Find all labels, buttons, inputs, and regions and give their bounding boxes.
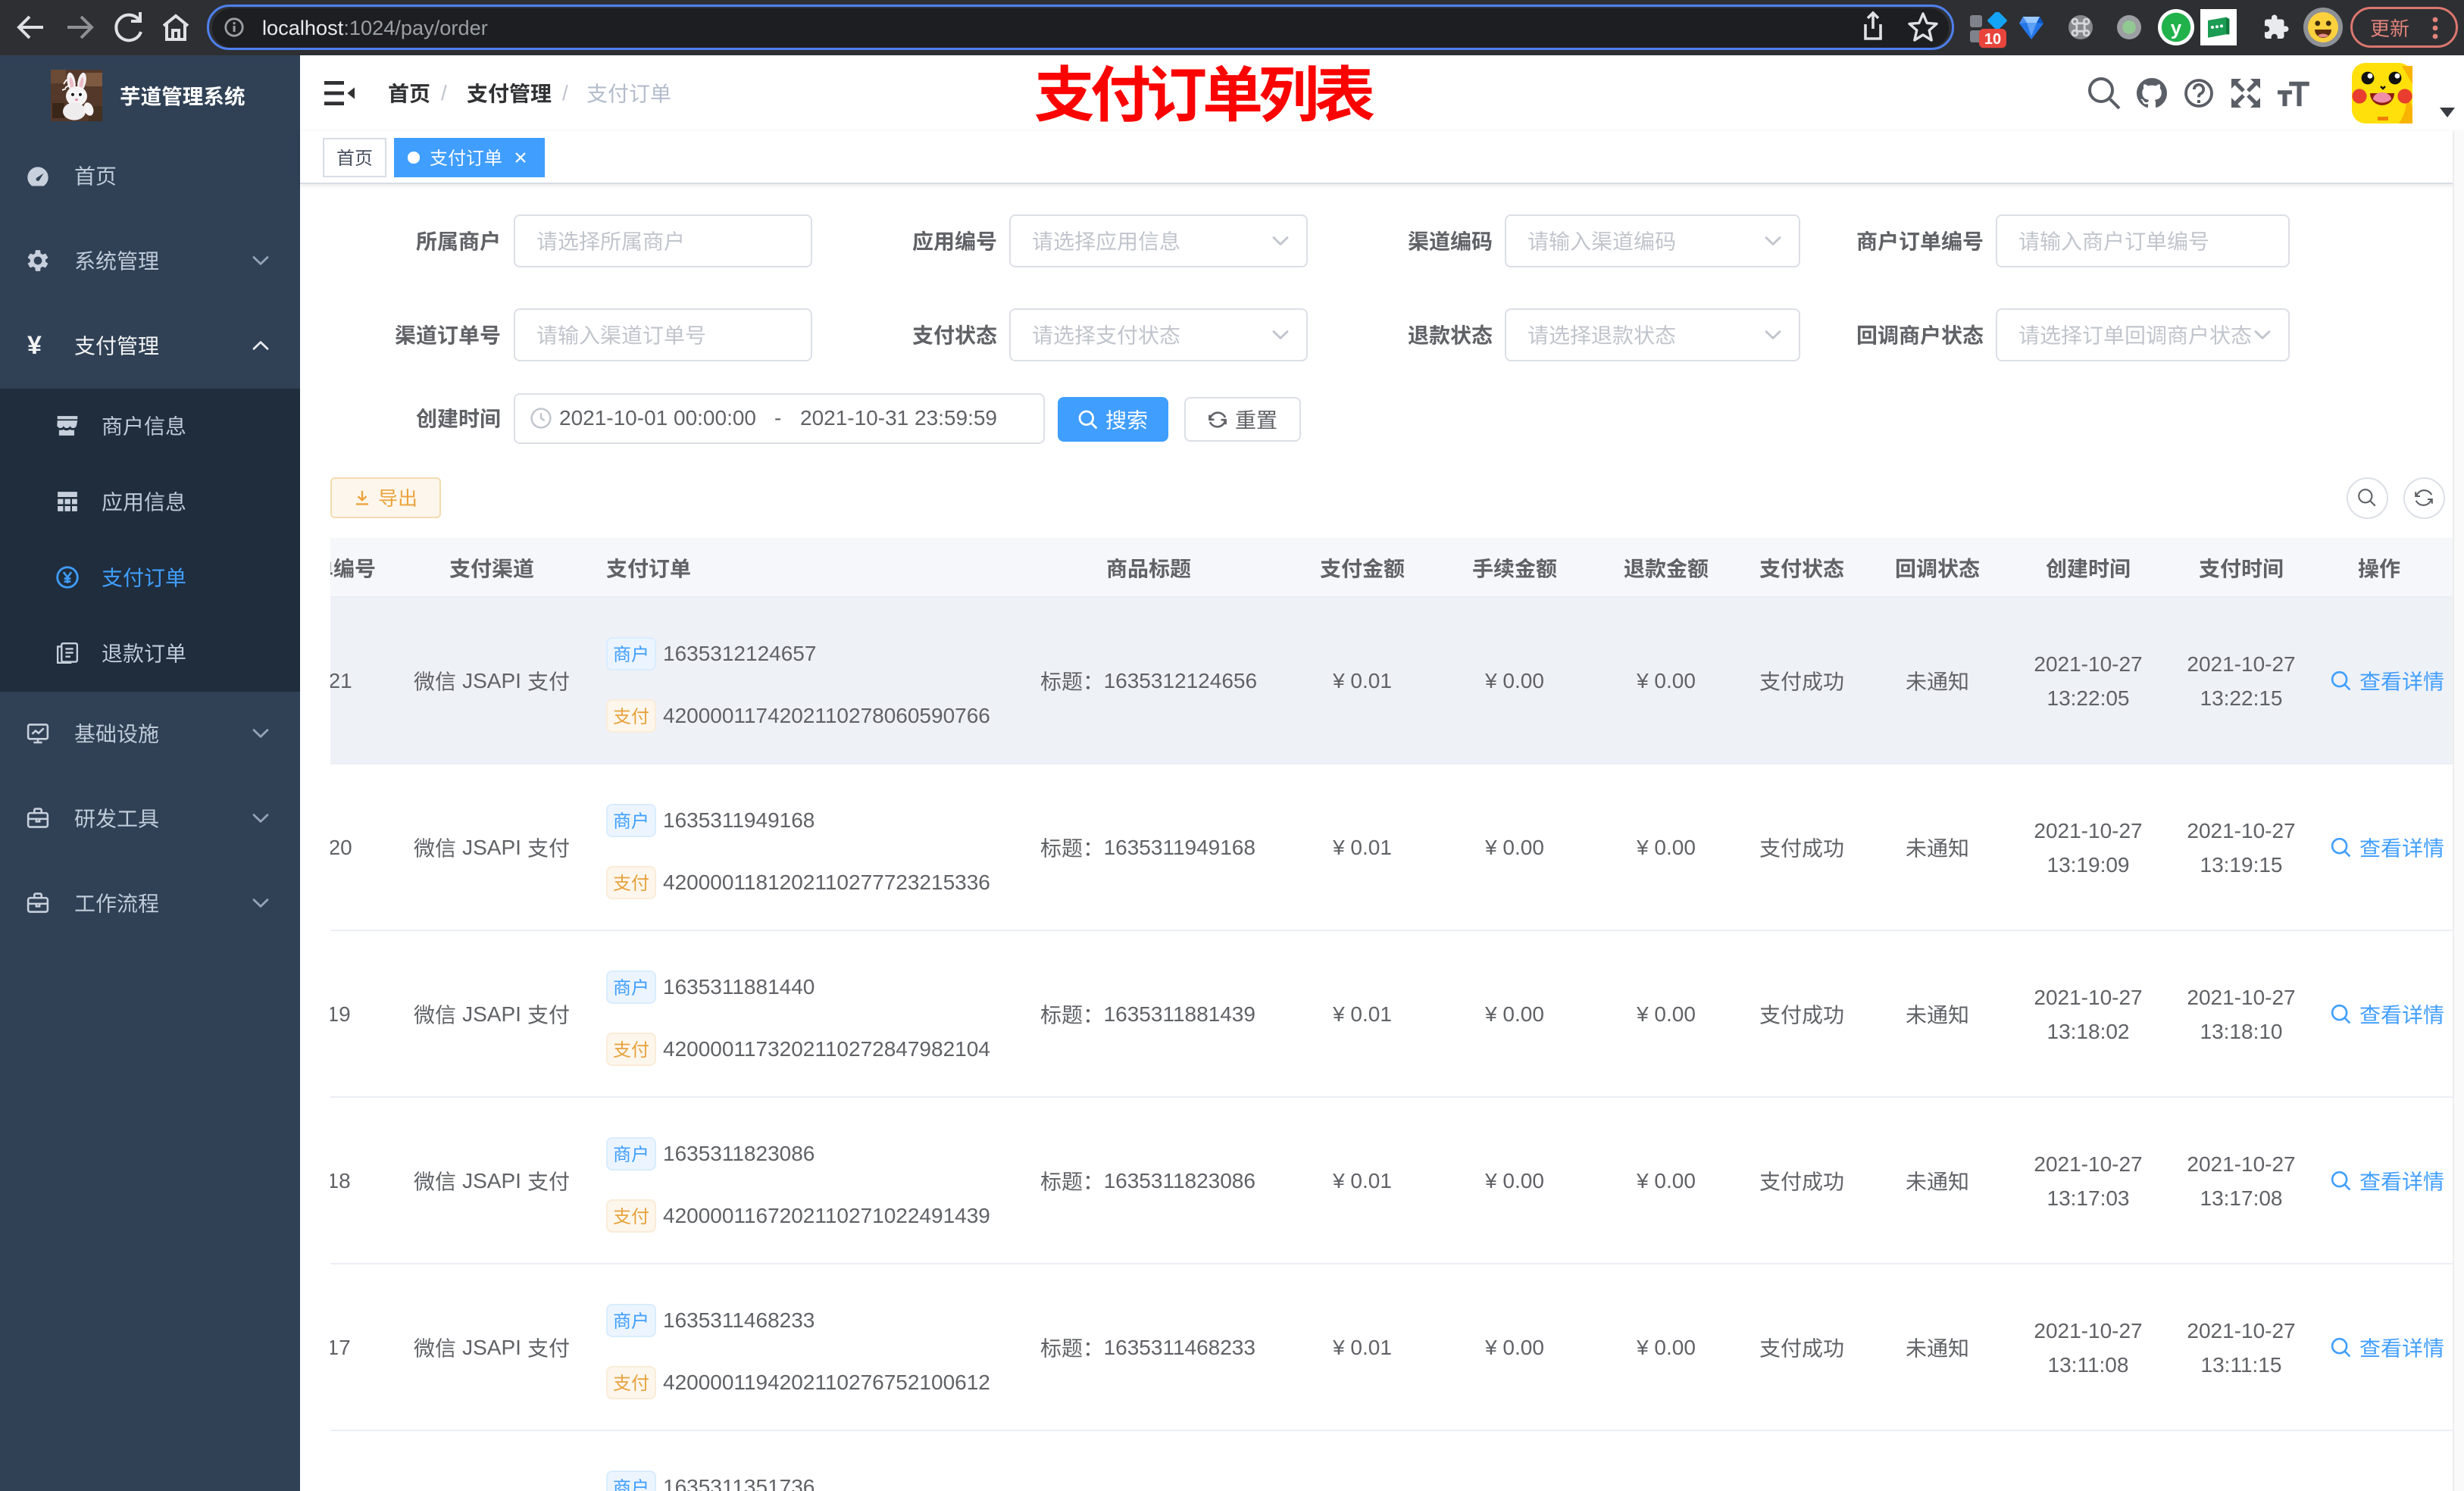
svg-text:y: y — [2171, 17, 2182, 39]
svg-text:10: 10 — [1984, 31, 2001, 48]
